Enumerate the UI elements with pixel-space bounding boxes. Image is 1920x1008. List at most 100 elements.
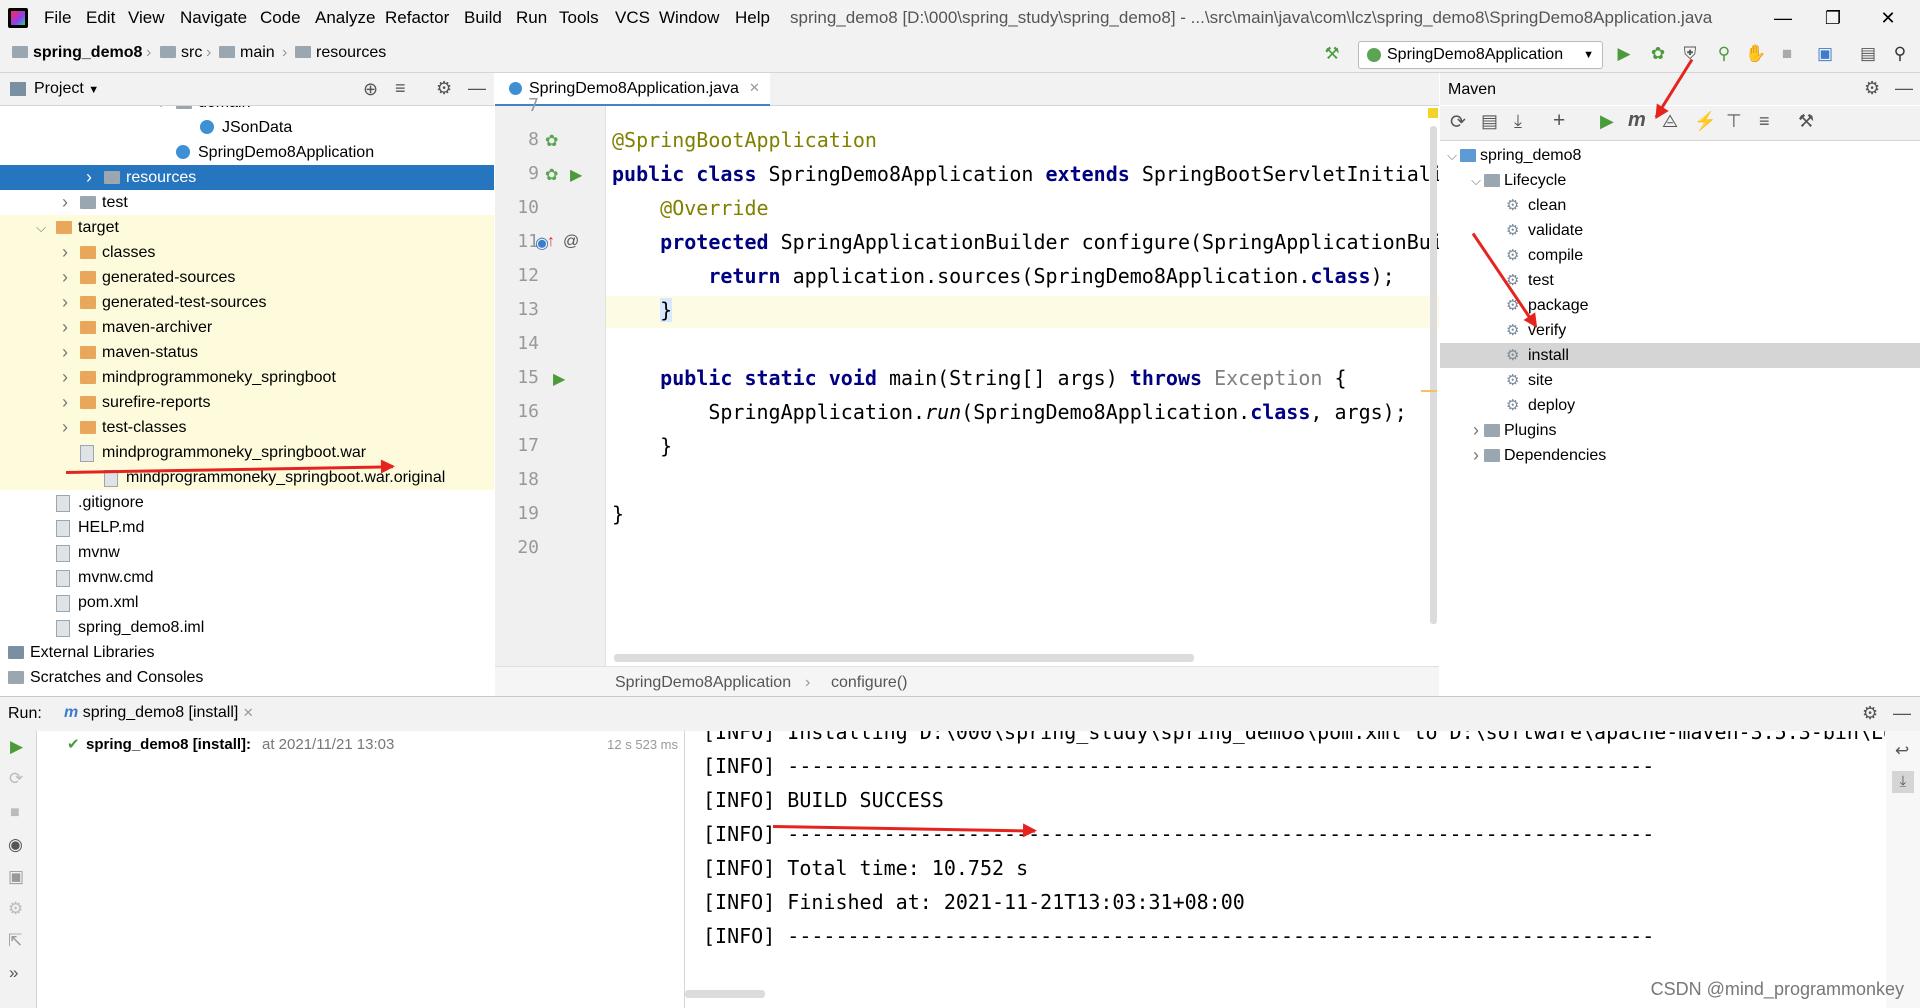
project-tree-item[interactable]: ›External Libraries: [0, 640, 494, 665]
project-view-selector[interactable]: Project ▼: [34, 80, 99, 98]
breadcrumb-main[interactable]: main: [219, 44, 275, 62]
maven-goal-compile[interactable]: ⚙ compile: [1440, 243, 1920, 268]
attach-icon[interactable]: ✋: [1745, 44, 1766, 64]
show-dependencies-icon[interactable]: ⊤: [1726, 111, 1742, 132]
breadcrumb-src[interactable]: src: [160, 44, 202, 62]
chevron-right-icon[interactable]: ›: [1469, 418, 1483, 443]
soft-wrap-icon[interactable]: ↩: [1895, 741, 1909, 761]
eye-icon[interactable]: ◉: [8, 835, 23, 855]
spring-bean-icon[interactable]: ✿: [545, 131, 558, 151]
chevron-right-icon[interactable]: ›: [58, 340, 72, 365]
export-icon[interactable]: ⇱: [8, 931, 22, 951]
menu-window[interactable]: Window: [659, 8, 719, 28]
project-structure-icon[interactable]: ▣: [1815, 44, 1835, 64]
build-hammer-icon[interactable]: ⚒: [1322, 44, 1342, 64]
menu-analyze[interactable]: Analyze: [315, 8, 375, 28]
breadcrumb-method[interactable]: configure(): [831, 674, 907, 692]
run-entry[interactable]: ✔ spring_demo8 [install]: at 2021/11/21 …: [37, 731, 684, 759]
debug-icon[interactable]: ✿: [1648, 44, 1668, 64]
locate-icon[interactable]: ⊕: [363, 79, 378, 100]
gear-icon[interactable]: ⚙: [436, 78, 452, 99]
project-tree-item[interactable]: HELP.md: [0, 515, 494, 540]
toggle-panel-icon[interactable]: ▤: [1858, 44, 1878, 64]
add-icon[interactable]: +: [1553, 109, 1565, 133]
download-icon[interactable]: ⤓: [1514, 111, 1522, 132]
run-tab[interactable]: m spring_demo8 [install] ✕: [64, 704, 254, 722]
project-tree-item[interactable]: pom.xml: [0, 590, 494, 615]
menu-navigate[interactable]: Navigate: [180, 8, 247, 28]
profile-icon[interactable]: ⚲: [1714, 44, 1734, 64]
menu-file[interactable]: File: [44, 8, 71, 28]
chevron-right-icon[interactable]: ›: [58, 315, 72, 340]
menu-view[interactable]: View: [128, 8, 165, 28]
run-class-icon[interactable]: ▶: [570, 165, 582, 185]
console-scrollbar[interactable]: [685, 990, 765, 998]
scroll-to-end-icon[interactable]: ⤓: [1892, 771, 1914, 793]
maven-goal-site[interactable]: ⚙ site: [1440, 368, 1920, 393]
menu-refactor[interactable]: Refactor: [385, 8, 449, 28]
close-window-icon[interactable]: ✕: [1868, 4, 1908, 32]
maven-goal-validate[interactable]: ⚙ validate: [1440, 218, 1920, 243]
project-tree-item[interactable]: ⌵ domain: [0, 106, 494, 115]
camera-icon[interactable]: ▣: [8, 867, 24, 887]
hide-panel-icon[interactable]: —: [468, 78, 486, 99]
project-tree-item[interactable]: spring_demo8.iml: [0, 615, 494, 640]
hide-panel-icon[interactable]: —: [1893, 703, 1911, 724]
chevron-down-icon[interactable]: ⌵: [1469, 168, 1483, 193]
rerun-icon[interactable]: ▶: [10, 737, 23, 757]
project-tree-item[interactable]: › generated-sources: [0, 265, 494, 290]
maven-goal-package[interactable]: ⚙ package: [1440, 293, 1920, 318]
project-tree-item[interactable]: › test: [0, 190, 494, 215]
project-tree-item[interactable]: mvnw.cmd: [0, 565, 494, 590]
project-tree-item[interactable]: Scratches and Consoles: [0, 665, 494, 690]
chevron-right-icon[interactable]: ›: [58, 190, 72, 215]
spring-bean-icon[interactable]: ✿: [545, 165, 558, 185]
hide-panel-icon[interactable]: —: [1895, 78, 1913, 99]
chevron-right-icon[interactable]: ›: [58, 415, 72, 440]
menu-run[interactable]: Run: [516, 8, 547, 28]
search-icon[interactable]: ⚲: [1890, 44, 1910, 64]
chevron-right-icon[interactable]: ›: [82, 165, 96, 190]
menu-help[interactable]: Help: [735, 8, 770, 28]
minimize-icon[interactable]: —: [1763, 4, 1803, 32]
chevron-down-icon[interactable]: ⌵: [34, 215, 48, 240]
run-icon[interactable]: ▶: [1614, 44, 1634, 64]
maven-tree-item[interactable]: › Dependencies: [1440, 443, 1920, 468]
analysis-warning-icon[interactable]: [1428, 108, 1438, 118]
maven-goal-clean[interactable]: ⚙ clean: [1440, 193, 1920, 218]
project-tree-item[interactable]: › test-classes: [0, 415, 494, 440]
project-tree-item[interactable]: .gitignore: [0, 490, 494, 515]
chevron-down-icon[interactable]: ⌵: [154, 106, 168, 115]
collapse-all-icon[interactable]: ≡: [395, 78, 406, 99]
run-icon[interactable]: ▶: [1600, 111, 1614, 132]
project-tree-item[interactable]: SpringDemo8Application: [0, 140, 494, 165]
reload-icon[interactable]: ⟳: [1450, 111, 1466, 134]
restore-icon[interactable]: ❐: [1813, 4, 1853, 32]
maven-goal-install[interactable]: ⚙ install: [1440, 343, 1920, 368]
chevron-down-icon[interactable]: ⌵: [1445, 143, 1459, 168]
chevron-right-icon[interactable]: ›: [58, 390, 72, 415]
close-tab-icon[interactable]: ✕: [243, 705, 254, 720]
menu-edit[interactable]: Edit: [86, 8, 115, 28]
project-tree-item[interactable]: mindprogrammoneky_springboot.war: [0, 440, 494, 465]
settings-icon[interactable]: ⚙: [8, 899, 23, 919]
project-tree-item[interactable]: › maven-archiver: [0, 315, 494, 340]
project-tree-item[interactable]: › maven-status: [0, 340, 494, 365]
project-tree-item[interactable]: mvnw: [0, 540, 494, 565]
breadcrumb-class[interactable]: SpringDemo8Application: [615, 674, 791, 692]
chevron-right-icon[interactable]: ›: [58, 240, 72, 265]
code-editor[interactable]: @SpringBootApplication public class Spri…: [606, 106, 1439, 666]
more-icon[interactable]: »: [9, 963, 18, 983]
wrench-icon[interactable]: ⚒: [1798, 111, 1814, 132]
gear-icon[interactable]: ⚙: [1864, 78, 1880, 99]
stop-icon[interactable]: ■: [1777, 44, 1797, 64]
skip-tests-icon[interactable]: ⚡: [1694, 111, 1716, 132]
run-configuration-dropdown[interactable]: SpringDemo8Application ▼: [1358, 41, 1603, 69]
console-output[interactable]: [INFO] Installing D:\000\spring_study\sp…: [685, 731, 1885, 1008]
menu-tools[interactable]: Tools: [559, 8, 599, 28]
project-tree-item[interactable]: JSonData: [0, 115, 494, 140]
annotation-icon[interactable]: @: [563, 233, 579, 251]
collapse-all-icon[interactable]: ≡: [1759, 111, 1770, 132]
menu-code[interactable]: Code: [260, 8, 301, 28]
chevron-right-icon[interactable]: ›: [1469, 443, 1483, 468]
